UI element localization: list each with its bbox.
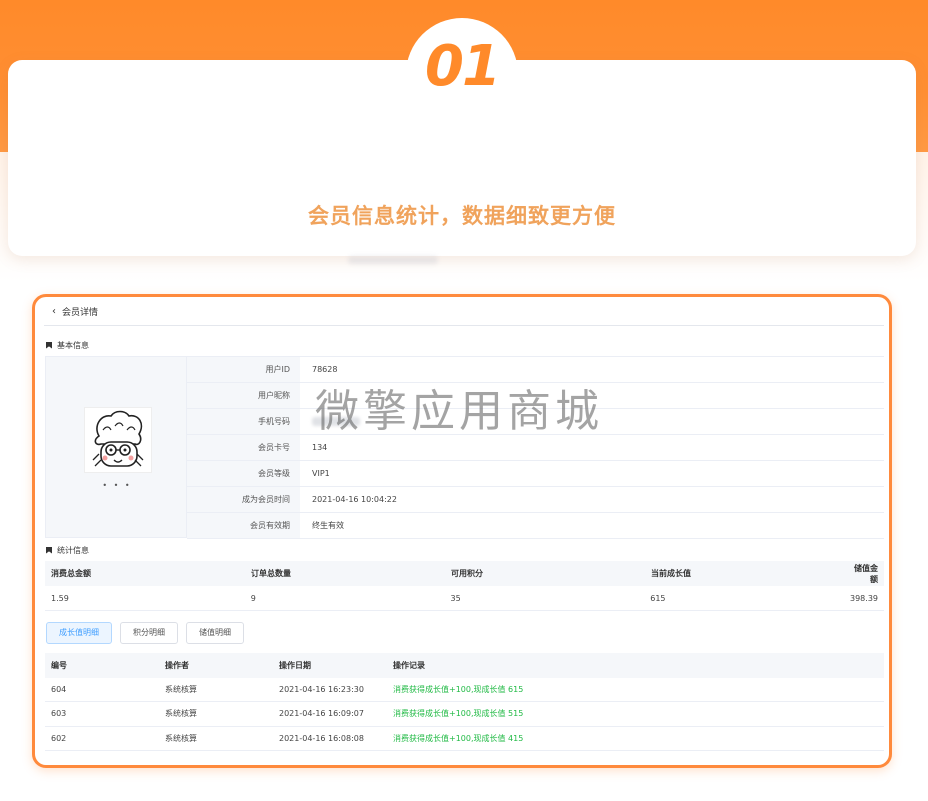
log-header: 操作者: [165, 660, 189, 670]
stats-value: 9: [250, 593, 256, 603]
info-value: [300, 383, 884, 408]
stats-table: 消费总金额 订单总数量 可用积分 当前成长值 储值金额 1.59 9 35 61…: [45, 561, 884, 611]
member-detail-panel: ‹ 会员详情 基本信息 • • • 用户ID 78628 用户昵称 手机号码 会…: [32, 294, 892, 768]
info-value: VIP1: [312, 469, 330, 478]
info-label: 手机号码: [187, 409, 300, 434]
log-header: 编号: [51, 660, 67, 670]
info-label: 会员卡号: [187, 435, 300, 460]
log-id: 604: [51, 684, 67, 694]
page-header: ‹ 会员详情: [44, 297, 884, 326]
bookmark-icon: [46, 341, 52, 349]
table-row: 602 系统核算 2021-04-16 16:08:08 消费获得成长值+100…: [45, 727, 884, 751]
info-row-nickname: 用户昵称: [187, 383, 884, 409]
info-label: 成为会员时间: [187, 487, 300, 512]
basic-info-table: 用户ID 78628 用户昵称 手机号码 会员卡号 134 会员等级 VIP1 …: [187, 356, 884, 539]
log-date: 2021-04-16 16:23:30: [279, 684, 364, 694]
info-row-card-no: 会员卡号 134: [187, 435, 884, 461]
log-operator: 系统核算: [165, 684, 197, 694]
info-row-level: 会员等级 VIP1: [187, 461, 884, 487]
section-basic-title: 基本信息: [57, 340, 89, 350]
stats-header: 储值金额: [854, 563, 878, 584]
basic-info-block: • • • 用户ID 78628 用户昵称 手机号码 会员卡号 134 会员等级…: [45, 356, 884, 539]
growth-log-table: 编号 操作者 操作日期 操作记录 604 系统核算 2021-04-16 16:…: [45, 653, 884, 751]
info-label: 用户ID: [187, 357, 300, 382]
info-value: [300, 409, 884, 434]
stats-header: 消费总金额: [51, 569, 91, 578]
section-basic-info: 基本信息: [44, 334, 884, 356]
log-header-row: 编号 操作者 操作日期 操作记录: [45, 653, 884, 678]
stats-header: 当前成长值: [651, 569, 691, 578]
blurred-phone: [312, 417, 360, 426]
log-date: 2021-04-16 16:09:07: [279, 709, 364, 719]
avatar-panel: • • •: [45, 356, 187, 538]
section-stats: 统计信息: [44, 539, 884, 561]
log-operator: 系统核算: [165, 733, 197, 743]
hero-title: 会员信息统计，数据细致更方便: [308, 204, 616, 228]
info-value: 134: [312, 443, 328, 452]
section-stats-title: 统计信息: [57, 545, 89, 555]
log-id: 602: [51, 733, 67, 743]
log-record: 消费获得成长值+100,现成长值 615: [393, 684, 524, 694]
log-operator: 系统核算: [165, 709, 197, 719]
back-chevron-icon[interactable]: ‹: [52, 306, 56, 317]
tab-balance-detail[interactable]: 储值明细: [186, 622, 244, 644]
stats-value: 1.59: [51, 593, 69, 603]
log-record: 消费获得成长值+100,现成长值 515: [393, 709, 524, 719]
log-date: 2021-04-16 16:08:08: [279, 733, 364, 743]
log-header: 操作记录: [393, 660, 425, 670]
table-row: 604 系统核算 2021-04-16 16:23:30 消费获得成长值+100…: [45, 678, 884, 702]
log-record: 消费获得成长值+100,现成长值 415: [393, 733, 524, 743]
stats-header-row: 消费总金额 订单总数量 可用积分 当前成长值 储值金额: [45, 561, 884, 586]
stats-value-row: 1.59 9 35 615 398.39: [45, 586, 884, 611]
info-label: 会员等级: [187, 461, 300, 486]
info-row-user-id: 用户ID 78628: [187, 357, 884, 383]
stats-header: 订单总数量: [251, 569, 291, 578]
stats-value: 398.39: [850, 593, 878, 603]
stats-value: 615: [650, 593, 666, 603]
log-id: 603: [51, 709, 67, 719]
blurred-subtitle: [348, 256, 438, 264]
avatar-cartoon-icon: [92, 410, 144, 467]
detail-tabs: 成长值明细 积分明细 储值明细: [46, 622, 884, 644]
info-label: 会员有效期: [187, 513, 300, 538]
table-row: 603 系统核算 2021-04-16 16:09:07 消费获得成长值+100…: [45, 702, 884, 727]
tab-points-detail[interactable]: 积分明细: [120, 622, 178, 644]
tab-growth-detail[interactable]: 成长值明细: [46, 622, 112, 644]
info-value: 终生有效: [312, 521, 344, 530]
log-header: 操作日期: [279, 660, 311, 670]
info-value: 78628: [312, 365, 338, 374]
page-title[interactable]: 会员详情: [62, 305, 98, 318]
number-badge-text: 01: [425, 34, 501, 99]
bookmark-icon: [46, 546, 52, 554]
info-label: 用户昵称: [187, 383, 300, 408]
avatar-nickname: • • •: [102, 481, 132, 490]
avatar: [84, 407, 152, 473]
info-row-join-time: 成为会员时间 2021-04-16 10:04:22: [187, 487, 884, 513]
stats-header: 可用积分: [451, 569, 483, 578]
info-value: 2021-04-16 10:04:22: [312, 495, 397, 504]
info-row-validity: 会员有效期 终生有效: [187, 513, 884, 539]
stats-value: 35: [450, 593, 461, 603]
info-row-phone: 手机号码: [187, 409, 884, 435]
